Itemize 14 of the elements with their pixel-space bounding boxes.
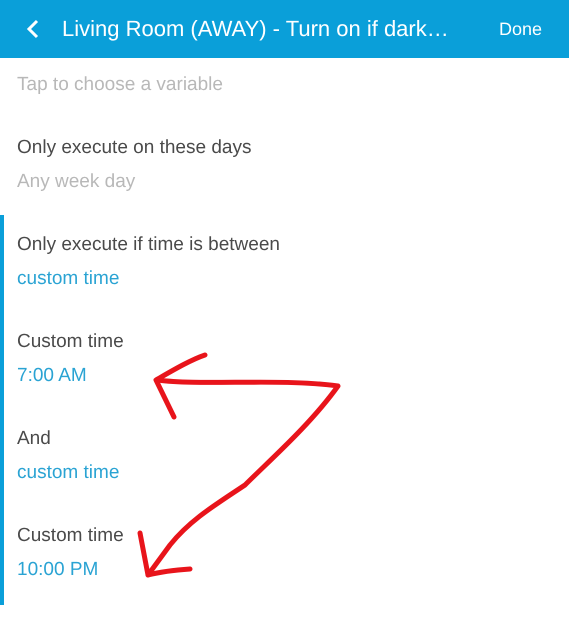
setting-value-link[interactable]: 10:00 PM [17, 553, 98, 587]
setting-value-link[interactable]: custom time [17, 456, 120, 490]
setting-label: Only execute if time is between [17, 233, 280, 257]
setting-label: Custom time [17, 524, 124, 548]
setting-value-hint[interactable]: Tap to choose a variable [17, 68, 223, 102]
setting-value-link[interactable]: 7:00 AM [17, 359, 87, 393]
setting-label: And [17, 427, 51, 451]
setting-label: Custom time [17, 330, 124, 354]
back-icon[interactable] [26, 19, 40, 39]
setting-value-hint[interactable]: Any week day [17, 165, 136, 199]
done-button[interactable]: Done [488, 18, 569, 40]
setting-label: Only execute on these days [17, 136, 252, 160]
setting-value-link[interactable]: custom time [17, 262, 120, 296]
screen-title: Living Room (AWAY) - Turn on if dark… [62, 16, 450, 42]
